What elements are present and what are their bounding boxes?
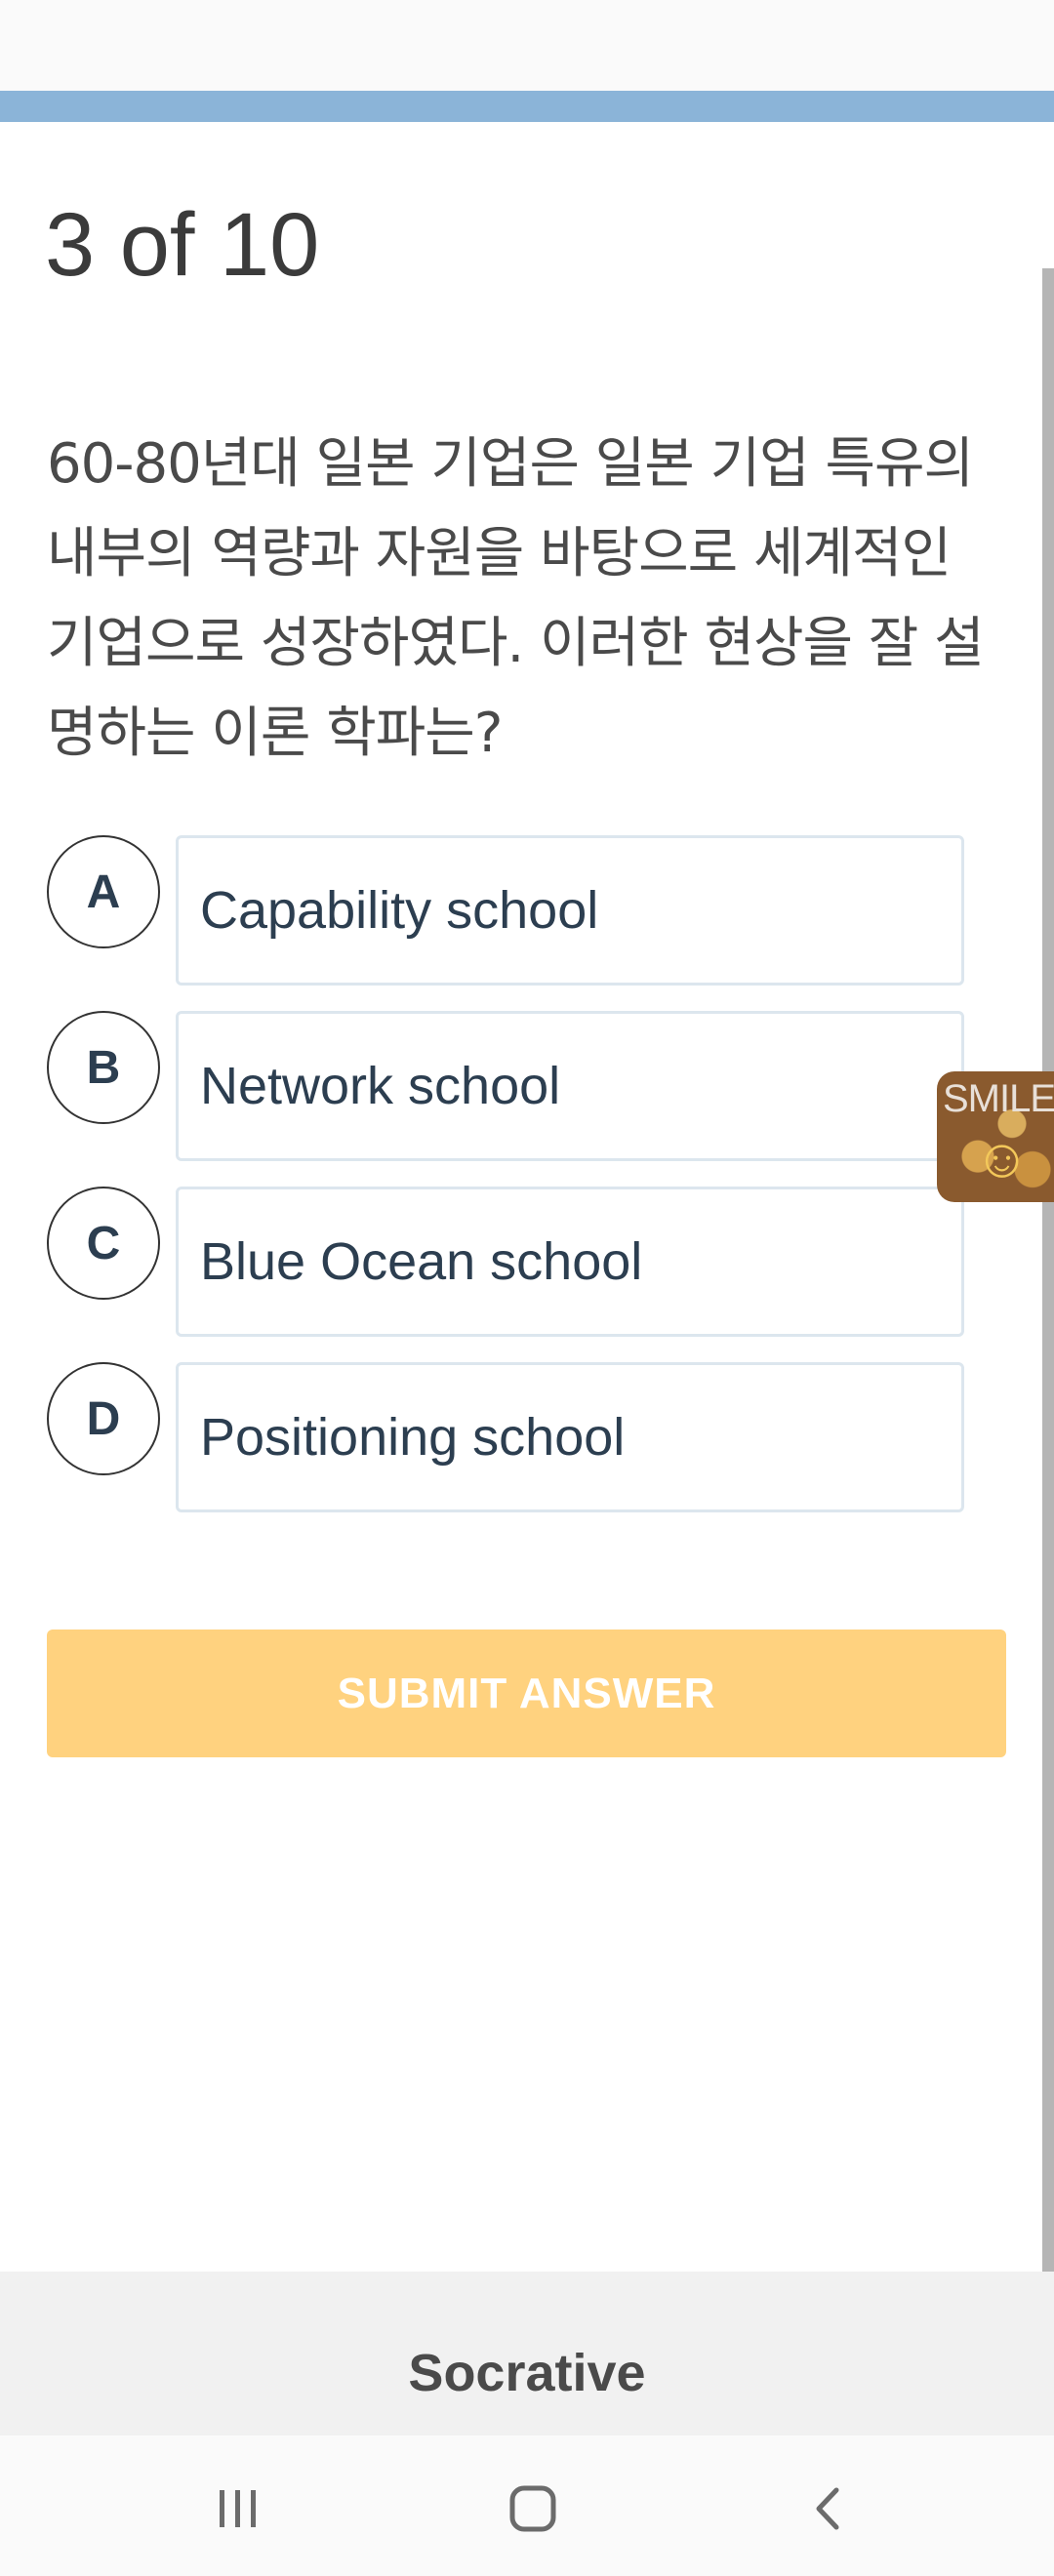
option-text-d[interactable]: Positioning school [176,1362,964,1512]
home-icon[interactable] [474,2465,591,2553]
footer-brand: Socrative [408,2344,646,2402]
option-a[interactable]: A Capability school [47,835,964,987]
footer: Socrative [0,2272,1054,2435]
option-text-c[interactable]: Blue Ocean school [176,1187,964,1337]
option-letter-b[interactable]: B [47,1011,160,1124]
back-icon[interactable] [769,2465,886,2553]
progress-bar [0,91,1054,122]
recent-apps-icon[interactable] [180,2465,297,2553]
system-nav-bar [0,2435,1054,2576]
smile-widget-label: SMILE [943,1077,1054,1120]
option-b[interactable]: B Network school [47,1011,964,1163]
scrollbar[interactable] [1042,268,1054,2366]
floating-smile-widget[interactable]: SMILE ☺ [937,1071,1054,1202]
option-c[interactable]: C Blue Ocean school [47,1187,964,1339]
option-letter-d[interactable]: D [47,1362,160,1475]
question-counter: 3 of 10 [45,195,320,295]
option-text-a[interactable]: Capability school [176,835,964,986]
option-text-b[interactable]: Network school [176,1011,964,1161]
question-text: 60-80년대 일본 기업은 일본 기업 특유의 내부의 역량과 자원을 바탕으… [47,432,985,765]
progress-fill [0,91,1054,122]
option-letter-a[interactable]: A [47,835,160,948]
option-d[interactable]: D Positioning school [47,1362,964,1514]
smiley-icon: ☺ [974,1127,1031,1188]
status-bar [0,0,1054,91]
option-letter-c[interactable]: C [47,1187,160,1300]
submit-answer-button[interactable]: SUBMIT ANSWER [47,1630,1006,1757]
